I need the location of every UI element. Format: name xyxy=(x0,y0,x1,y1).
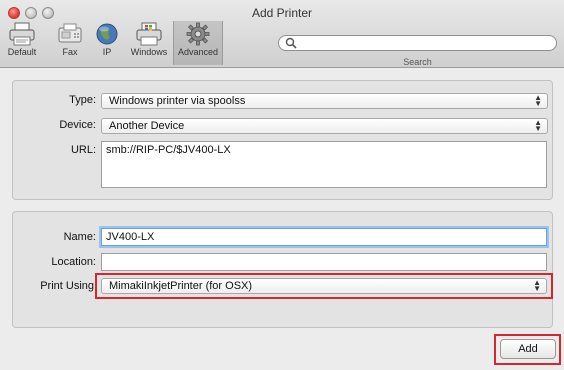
globe-icon xyxy=(96,23,118,45)
toolbar-windows-label: Windows xyxy=(130,47,168,57)
device-popup[interactable]: Another Device ▲ ▼ xyxy=(101,118,548,134)
window-title: Add Printer xyxy=(251,6,313,20)
location-label: Location: xyxy=(51,256,96,268)
type-value: Windows printer via spoolss xyxy=(109,95,246,107)
windows-printer-icon xyxy=(136,22,162,46)
add-printer-window: Add Printer Default Fax IP Windows Advan… xyxy=(0,0,564,370)
popup-arrows-icon: ▲ ▼ xyxy=(534,93,542,108)
add-button[interactable]: Add xyxy=(500,339,556,359)
location-field[interactable] xyxy=(101,253,547,271)
device-value: Another Device xyxy=(109,120,185,132)
print-using-label: Print Using xyxy=(40,280,94,292)
search-icon xyxy=(285,37,297,49)
search-input[interactable] xyxy=(278,35,557,51)
toolbar-default-button[interactable]: Default xyxy=(3,22,41,57)
url-field[interactable]: smb://RIP-PC/$JV400-LX xyxy=(101,141,547,188)
toolbar-default-label: Default xyxy=(7,47,37,57)
url-value: smb://RIP-PC/$JV400-LX xyxy=(106,144,231,156)
type-popup[interactable]: Windows printer via spoolss ▲ ▼ xyxy=(101,93,548,109)
fax-icon xyxy=(58,23,82,43)
toolbar-fax-label: Fax xyxy=(62,47,78,57)
url-label: URL: xyxy=(70,144,96,156)
search-label: Search xyxy=(403,57,432,67)
toolbar-windows-button[interactable]: Windows xyxy=(127,22,171,57)
name-label: Name: xyxy=(63,231,96,243)
popup-arrows-icon: ▲ ▼ xyxy=(534,118,542,133)
print-using-value: MimakiInkjetPrinter (for OSX) xyxy=(109,280,253,292)
toolbar: Add Printer Default Fax IP Windows Advan… xyxy=(0,0,564,68)
toolbar-advanced-button[interactable]: Advanced xyxy=(173,21,223,65)
printer-icon xyxy=(9,22,35,46)
type-label: Type: xyxy=(69,94,96,106)
toolbar-ip-button[interactable]: IP xyxy=(93,22,121,57)
name-value: JV400-LX xyxy=(106,231,155,243)
print-using-popup[interactable]: MimakiInkjetPrinter (for OSX) ▲ ▼ xyxy=(101,278,547,294)
gear-icon xyxy=(186,22,210,46)
popup-arrows-icon: ▲ ▼ xyxy=(533,278,541,293)
toolbar-advanced-label: Advanced xyxy=(177,47,219,57)
device-label: Device: xyxy=(59,119,96,131)
toolbar-ip-label: IP xyxy=(102,47,112,57)
name-field[interactable]: JV400-LX xyxy=(101,228,547,246)
toolbar-fax-button[interactable]: Fax xyxy=(55,22,85,57)
